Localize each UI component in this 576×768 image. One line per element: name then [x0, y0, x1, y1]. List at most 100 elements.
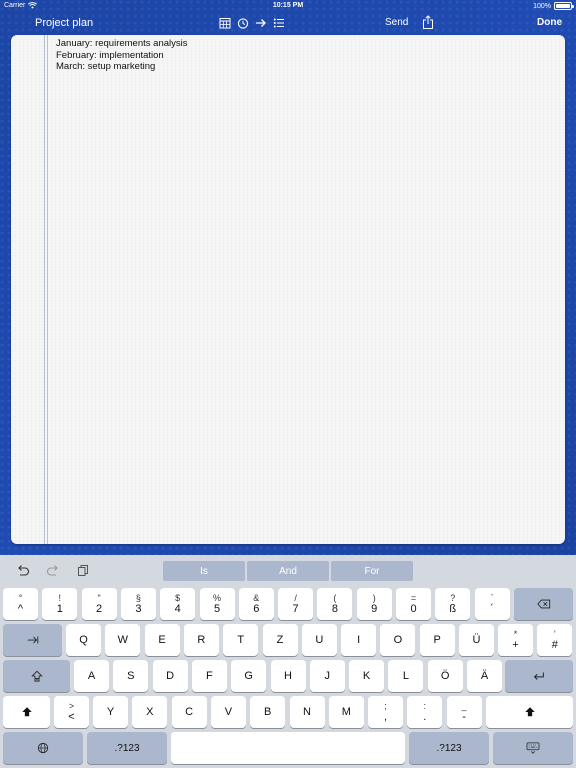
key-label: < [68, 710, 75, 723]
key[interactable]: L [388, 660, 424, 692]
key[interactable]: E [144, 624, 180, 656]
undo-button[interactable] [16, 563, 30, 576]
key-label: 6 [253, 602, 260, 615]
clock-button[interactable] [237, 16, 249, 29]
list-button[interactable] [273, 16, 285, 29]
note-line: January: requirements analysis [56, 38, 188, 49]
key[interactable]: P [419, 624, 455, 656]
key[interactable]: V [210, 696, 246, 728]
key[interactable]: > < [54, 696, 89, 728]
share-icon[interactable] [422, 15, 434, 30]
key[interactable]: ° ^ [3, 588, 38, 620]
key-shift-label: " [97, 592, 101, 603]
key-shift-label: / [294, 592, 297, 603]
numbers-key-label: .?123 [436, 742, 462, 754]
key-label: U [315, 634, 324, 646]
key[interactable]: S [113, 660, 149, 692]
key[interactable]: /7 [278, 588, 314, 620]
key[interactable]: (8 [317, 588, 353, 620]
key[interactable]: ! 1 [42, 588, 78, 620]
key[interactable]: Z [262, 624, 298, 656]
note-text[interactable]: January: requirements analysis February:… [56, 38, 187, 73]
key[interactable]: $4 [160, 588, 196, 620]
battery-icon [554, 2, 574, 10]
key[interactable]: R [183, 624, 219, 656]
calendar-icon [219, 17, 231, 28]
key[interactable]: Ü [459, 624, 494, 656]
globe-key[interactable] [3, 732, 83, 764]
arrow-button[interactable] [255, 16, 267, 29]
key[interactable]: W [105, 624, 141, 656]
key[interactable]: ’ # [537, 624, 573, 656]
backspace-key[interactable] [514, 588, 573, 620]
suggestion-2[interactable]: And [247, 561, 329, 581]
tab-key[interactable] [3, 624, 62, 656]
key[interactable]: X [132, 696, 168, 728]
key[interactable]: J [309, 660, 345, 692]
key[interactable]: F [191, 660, 227, 692]
done-button[interactable]: Done [537, 17, 562, 28]
redo-button[interactable] [46, 563, 60, 576]
note-editor[interactable]: January: requirements analysis February:… [11, 35, 565, 544]
key-shift-label: § [135, 592, 141, 603]
battery-group: 100% [533, 2, 574, 10]
suggestion-3[interactable]: For [331, 561, 413, 581]
suggestion-1[interactable]: Is [163, 561, 245, 581]
key-label: W [117, 634, 128, 646]
key[interactable]: U [301, 624, 337, 656]
key[interactable]: & 6 [238, 588, 274, 620]
key-label: K [362, 670, 371, 682]
key[interactable]: A [74, 660, 109, 692]
key-label: , [383, 710, 388, 723]
key-shift-label: > [68, 700, 75, 711]
key[interactable]: C [171, 696, 207, 728]
key[interactable]: :. [407, 696, 443, 728]
key[interactable]: ` ´ [474, 588, 510, 620]
key-label: - [462, 710, 466, 723]
key-label: Z [276, 634, 284, 646]
key[interactable]: * + [498, 624, 533, 656]
key[interactable]: H [270, 660, 306, 692]
paste-button[interactable] [76, 563, 90, 576]
key-shift-label: = [410, 592, 417, 603]
key[interactable]: Ö [427, 660, 463, 692]
key[interactable]: Q [66, 624, 101, 656]
key[interactable]: M [328, 696, 364, 728]
key[interactable]: B [250, 696, 286, 728]
key[interactable]: O [380, 624, 416, 656]
keyboard: Is And For .?123 .?123 ° ^ ! 1 " 2 § 3 $… [0, 555, 576, 768]
key[interactable]: D [152, 660, 188, 692]
caps-lock-key[interactable] [3, 660, 70, 692]
shift-key-left[interactable] [3, 696, 50, 728]
key-label: ´ [490, 602, 494, 615]
key[interactable]: I [341, 624, 377, 656]
key[interactable]: " 2 [81, 588, 117, 620]
key[interactable]: Y [93, 696, 128, 728]
backspace-icon [536, 599, 550, 609]
return-key[interactable] [505, 660, 573, 692]
key[interactable]: T [223, 624, 259, 656]
dismiss-keyboard-key[interactable] [493, 732, 573, 764]
numbers-key-left[interactable]: .?123 [87, 732, 167, 764]
numbers-key-right[interactable]: .?123 [409, 732, 489, 764]
key-label: H [284, 670, 292, 682]
key[interactable]: ;, [368, 696, 403, 728]
space-key[interactable] [171, 732, 405, 764]
key[interactable]: N [289, 696, 325, 728]
key[interactable]: = 0 [396, 588, 431, 620]
key-shift-label: ) [372, 592, 376, 603]
key[interactable]: K [349, 660, 385, 692]
key[interactable]: _ - [446, 696, 482, 728]
key[interactable]: Ä [467, 660, 502, 692]
send-button[interactable]: Send [385, 17, 408, 28]
key[interactable]: § 3 [120, 588, 156, 620]
key[interactable]: % 5 [199, 588, 235, 620]
undo-icon [18, 565, 30, 576]
bullet-list-icon [273, 18, 284, 27]
calendar-button[interactable] [219, 16, 231, 29]
key[interactable]: ) 9 [356, 588, 392, 620]
key[interactable]: G [231, 660, 267, 692]
key-shift-label: ° [18, 592, 23, 603]
shift-key-right[interactable] [486, 696, 573, 728]
key[interactable]: ? ß [435, 588, 471, 620]
